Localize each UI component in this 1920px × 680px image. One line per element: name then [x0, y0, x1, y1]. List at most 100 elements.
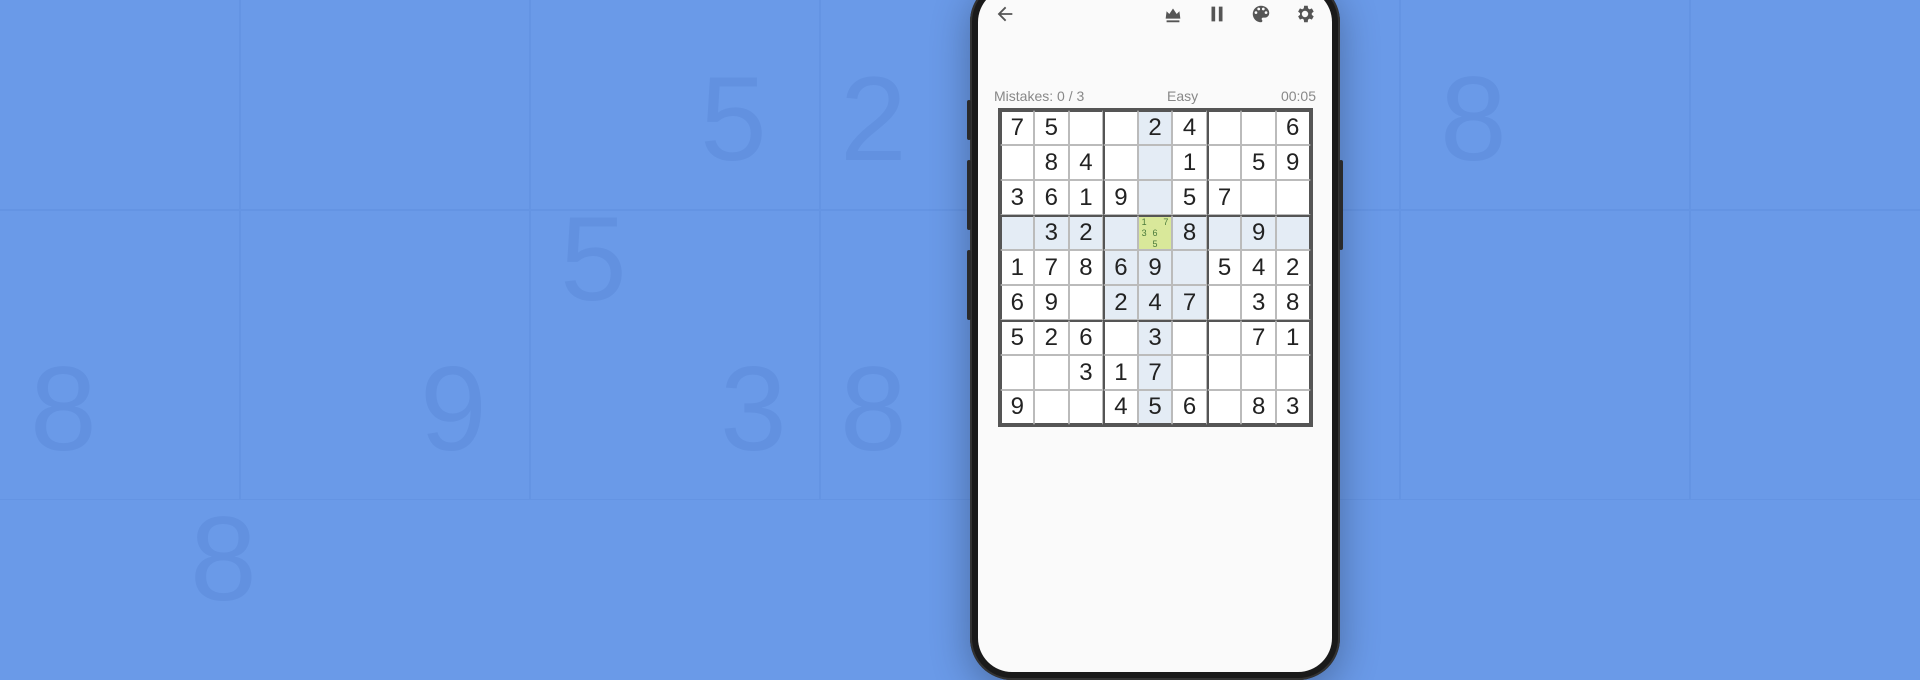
cell-r0c3[interactable] [1103, 110, 1138, 145]
cell-r7c5[interactable] [1172, 355, 1207, 390]
cell-r6c6[interactable] [1207, 320, 1242, 355]
cell-r5c3[interactable]: 2 [1103, 285, 1138, 320]
cell-r6c1[interactable]: 2 [1034, 320, 1069, 355]
cell-r2c1[interactable]: 6 [1034, 180, 1069, 215]
cell-r4c5[interactable] [1172, 250, 1207, 285]
phone-screen: Mistakes: 0 / 3 Easy 00:05 7524684159361… [978, 0, 1332, 672]
cell-r0c7[interactable] [1241, 110, 1276, 145]
cell-r7c0[interactable] [1000, 355, 1035, 390]
cell-r3c5[interactable]: 8 [1172, 215, 1207, 250]
cell-r0c5[interactable]: 4 [1172, 110, 1207, 145]
cell-r6c2[interactable]: 6 [1069, 320, 1104, 355]
cell-r3c6[interactable] [1207, 215, 1242, 250]
cell-r8c5[interactable]: 6 [1172, 390, 1207, 425]
palette-icon [1250, 3, 1272, 25]
cell-r2c2[interactable]: 1 [1069, 180, 1104, 215]
cell-r6c3[interactable] [1103, 320, 1138, 355]
cell-r0c4[interactable]: 2 [1138, 110, 1173, 145]
cell-r1c6[interactable] [1207, 145, 1242, 180]
cell-r5c4[interactable]: 4 [1138, 285, 1173, 320]
cell-r0c8[interactable]: 6 [1276, 110, 1311, 145]
background-decoration: 5 2 8 8 5 9 3 8 8 [0, 0, 1920, 630]
cell-r5c0[interactable]: 6 [1000, 285, 1035, 320]
cell-r2c6[interactable]: 7 [1207, 180, 1242, 215]
app-topbar [978, 0, 1332, 40]
cell-r1c4[interactable] [1138, 145, 1173, 180]
cell-r8c0[interactable]: 9 [1000, 390, 1035, 425]
cell-r8c4[interactable]: 5 [1138, 390, 1173, 425]
cell-r4c6[interactable]: 5 [1207, 250, 1242, 285]
cell-r0c6[interactable] [1207, 110, 1242, 145]
cell-r7c6[interactable] [1207, 355, 1242, 390]
cell-r1c1[interactable]: 8 [1034, 145, 1069, 180]
cell-r2c3[interactable]: 9 [1103, 180, 1138, 215]
cell-r6c0[interactable]: 5 [1000, 320, 1035, 355]
cell-r2c8[interactable] [1276, 180, 1311, 215]
pause-button[interactable] [1204, 1, 1230, 27]
cell-r5c8[interactable]: 8 [1276, 285, 1311, 320]
timer-label: 00:05 [1281, 88, 1316, 104]
cell-r2c5[interactable]: 5 [1172, 180, 1207, 215]
cell-r1c3[interactable] [1103, 145, 1138, 180]
cell-r2c4[interactable] [1138, 180, 1173, 215]
cell-r0c0[interactable]: 7 [1000, 110, 1035, 145]
cell-r4c0[interactable]: 1 [1000, 250, 1035, 285]
cell-r8c7[interactable]: 8 [1241, 390, 1276, 425]
gear-icon [1294, 3, 1316, 25]
cell-r7c2[interactable]: 3 [1069, 355, 1104, 390]
arrow-left-icon [994, 3, 1016, 25]
sudoku-grid: 7524684159361957321736589178695426924738… [998, 108, 1313, 427]
cell-r3c3[interactable] [1103, 215, 1138, 250]
theme-button[interactable] [1248, 1, 1274, 27]
cell-r3c1[interactable]: 3 [1034, 215, 1069, 250]
cell-r5c5[interactable]: 7 [1172, 285, 1207, 320]
cell-r8c3[interactable]: 4 [1103, 390, 1138, 425]
cell-r0c1[interactable]: 5 [1034, 110, 1069, 145]
cell-r8c1[interactable] [1034, 390, 1069, 425]
cell-r4c1[interactable]: 7 [1034, 250, 1069, 285]
cell-r0c2[interactable] [1069, 110, 1104, 145]
cell-r3c2[interactable]: 2 [1069, 215, 1104, 250]
cell-r1c7[interactable]: 5 [1241, 145, 1276, 180]
cell-r6c7[interactable]: 7 [1241, 320, 1276, 355]
cell-r7c1[interactable] [1034, 355, 1069, 390]
mistakes-label: Mistakes: 0 / 3 [994, 88, 1084, 104]
cell-r1c5[interactable]: 1 [1172, 145, 1207, 180]
cell-r7c4[interactable]: 7 [1138, 355, 1173, 390]
cell-r2c0[interactable]: 3 [1000, 180, 1035, 215]
cell-r6c5[interactable] [1172, 320, 1207, 355]
cell-r7c8[interactable] [1276, 355, 1311, 390]
cell-r5c6[interactable] [1207, 285, 1242, 320]
cell-r4c8[interactable]: 2 [1276, 250, 1311, 285]
status-bar: Mistakes: 0 / 3 Easy 00:05 [978, 40, 1332, 108]
cell-r4c4[interactable]: 9 [1138, 250, 1173, 285]
pause-icon [1206, 3, 1228, 25]
cell-r5c2[interactable] [1069, 285, 1104, 320]
cell-r1c0[interactable] [1000, 145, 1035, 180]
cell-r8c2[interactable] [1069, 390, 1104, 425]
difficulty-label: Easy [1167, 88, 1198, 104]
cell-r4c3[interactable]: 6 [1103, 250, 1138, 285]
cell-r3c4[interactable]: 17365 [1138, 215, 1173, 250]
settings-button[interactable] [1292, 1, 1318, 27]
back-button[interactable] [992, 1, 1018, 27]
cell-r3c0[interactable] [1000, 215, 1035, 250]
cell-r2c7[interactable] [1241, 180, 1276, 215]
cell-r7c3[interactable]: 1 [1103, 355, 1138, 390]
cell-r8c8[interactable]: 3 [1276, 390, 1311, 425]
cell-r6c4[interactable]: 3 [1138, 320, 1173, 355]
premium-button[interactable] [1160, 1, 1186, 27]
cell-r3c7[interactable]: 9 [1241, 215, 1276, 250]
pencil-marks: 17365 [1139, 217, 1172, 249]
cell-r3c8[interactable] [1276, 215, 1311, 250]
cell-r5c7[interactable]: 3 [1241, 285, 1276, 320]
cell-r1c8[interactable]: 9 [1276, 145, 1311, 180]
cell-r8c6[interactable] [1207, 390, 1242, 425]
cell-r5c1[interactable]: 9 [1034, 285, 1069, 320]
cell-r4c2[interactable]: 8 [1069, 250, 1104, 285]
cell-r1c2[interactable]: 4 [1069, 145, 1104, 180]
cell-r6c8[interactable]: 1 [1276, 320, 1311, 355]
cell-r4c7[interactable]: 4 [1241, 250, 1276, 285]
cell-r7c7[interactable] [1241, 355, 1276, 390]
crown-icon [1162, 3, 1184, 25]
